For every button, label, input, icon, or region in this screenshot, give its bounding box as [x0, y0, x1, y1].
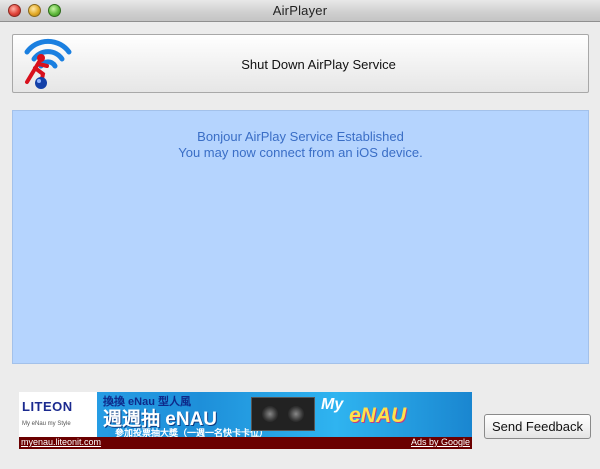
ad-url-link[interactable]: myenau.liteonit.com — [21, 437, 101, 447]
ad-slogan-small: My — [321, 396, 344, 413]
ad-banner-image[interactable]: LITEON My eNau my Style 換換 eNau 型人風 週週抽 … — [19, 392, 472, 438]
window-title: AirPlayer — [272, 3, 328, 18]
ad-brand-name: LITEON — [22, 399, 73, 414]
ad-slogan: eNAU — [349, 404, 407, 427]
send-feedback-button[interactable]: Send Feedback — [484, 414, 591, 439]
status-line-established: Bonjour AirPlay Service Established — [197, 129, 404, 144]
ads-by-google-link[interactable]: Ads by Google — [411, 437, 470, 447]
ad-product-image — [251, 397, 315, 431]
ad-banner[interactable]: LITEON My eNau my Style 換換 eNau 型人風 週週抽 … — [19, 392, 472, 449]
shutdown-button-label: Shut Down AirPlay Service — [241, 57, 396, 72]
ad-footer: myenau.liteonit.com Ads by Google — [19, 437, 472, 449]
ad-brand-logo: LITEON My eNau my Style — [19, 392, 97, 437]
status-line-connect-hint: You may now connect from an iOS device. — [178, 145, 423, 160]
ad-brand-tagline: My eNau my Style — [22, 421, 71, 427]
status-panel: Bonjour AirPlay Service Established You … — [12, 110, 589, 364]
shutdown-airplay-button[interactable]: Shut Down AirPlay Service — [12, 34, 589, 93]
title-bar[interactable]: AirPlayer — [0, 0, 600, 22]
